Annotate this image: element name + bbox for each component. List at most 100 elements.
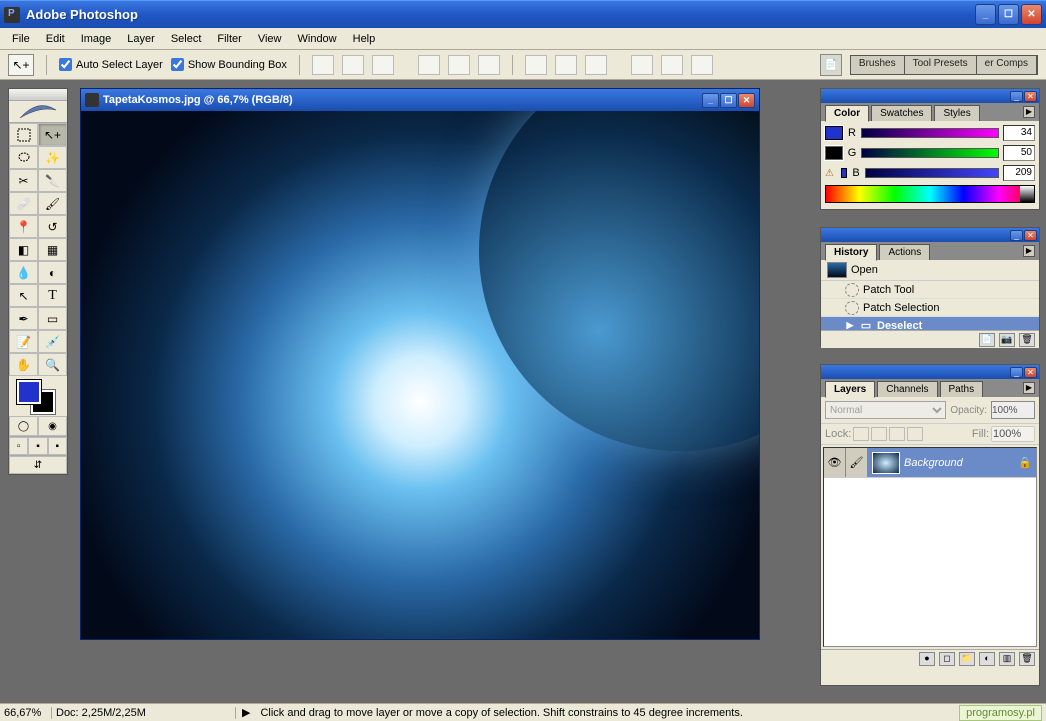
distribute-button[interactable] (691, 55, 713, 75)
brush-tool[interactable]: 🖌 (38, 192, 67, 215)
menu-view[interactable]: View (250, 30, 290, 48)
layer-row[interactable]: 👁 🖌 Background 🔒 (824, 448, 1036, 478)
green-slider[interactable] (861, 148, 999, 158)
panel-menu-button[interactable]: ▶ (1023, 106, 1035, 118)
doc-maximize-button[interactable]: ☐ (720, 93, 737, 108)
opacity-input[interactable] (991, 401, 1035, 419)
menu-window[interactable]: Window (290, 30, 345, 48)
align-button[interactable] (312, 55, 334, 75)
shape-tool[interactable]: ▭ (38, 307, 67, 330)
distribute-button[interactable] (661, 55, 683, 75)
document-canvas[interactable] (81, 111, 759, 639)
history-item[interactable]: Patch Selection (821, 299, 1039, 317)
tab-actions[interactable]: Actions (879, 244, 930, 260)
healing-brush-tool[interactable]: 🩹 (9, 192, 38, 215)
align-button[interactable] (448, 55, 470, 75)
slice-tool[interactable]: 🔪 (38, 169, 67, 192)
foreground-color-swatch[interactable] (17, 380, 41, 404)
screen-mode-standard[interactable]: ▫ (9, 437, 28, 455)
jump-to-imageready[interactable]: ⇵ (9, 456, 67, 474)
lock-all-button[interactable] (907, 427, 923, 441)
panel-close-button[interactable]: ✕ (1024, 367, 1037, 378)
new-layer-button[interactable]: ▥ (999, 652, 1015, 666)
panel-minimize-button[interactable]: _ (1010, 91, 1023, 102)
zoom-field[interactable]: 66,67% (0, 707, 52, 719)
menu-filter[interactable]: Filter (209, 30, 249, 48)
move-tool[interactable]: ↖+ (38, 123, 67, 146)
fill-input[interactable] (991, 426, 1035, 442)
tab-styles[interactable]: Styles (934, 105, 979, 121)
zoom-tool[interactable]: 🔍 (38, 353, 67, 376)
blue-slider[interactable] (865, 168, 999, 178)
doc-size-field[interactable]: Doc: 2,25M/2,25M (52, 707, 236, 719)
panel-minimize-button[interactable]: _ (1010, 367, 1023, 378)
tab-paths[interactable]: Paths (940, 381, 984, 397)
layer-link-toggle[interactable]: 🖌 (846, 448, 868, 477)
distribute-button[interactable] (525, 55, 547, 75)
panel-header[interactable]: _ ✕ (821, 89, 1039, 103)
panel-header[interactable]: _ ✕ (821, 228, 1039, 242)
align-button[interactable] (418, 55, 440, 75)
screen-mode-full-menu[interactable]: ▪ (28, 437, 47, 455)
lock-image-button[interactable] (871, 427, 887, 441)
close-button[interactable]: ✕ (1021, 4, 1042, 25)
lock-transparency-button[interactable] (853, 427, 869, 441)
menu-select[interactable]: Select (163, 30, 210, 48)
minimize-button[interactable]: _ (975, 4, 996, 25)
gamut-warning-icon[interactable]: ⚠ (825, 168, 837, 179)
tab-history[interactable]: History (825, 244, 877, 261)
current-tool-indicator[interactable]: ↖+ (8, 54, 34, 76)
history-brush-tool[interactable]: ↺ (38, 215, 67, 238)
panel-minimize-button[interactable]: _ (1010, 230, 1023, 241)
closest-color-swatch[interactable] (841, 168, 847, 178)
align-button[interactable] (372, 55, 394, 75)
layer-thumbnail[interactable] (872, 452, 900, 474)
menu-edit[interactable]: Edit (38, 30, 73, 48)
maximize-button[interactable]: ☐ (998, 4, 1019, 25)
eraser-tool[interactable]: ◧ (9, 238, 38, 261)
panel-close-button[interactable]: ✕ (1024, 91, 1037, 102)
panel-header[interactable]: _ ✕ (821, 365, 1039, 379)
status-menu-button[interactable]: ▶ (236, 706, 256, 719)
lasso-tool[interactable] (9, 146, 38, 169)
color-spectrum[interactable] (825, 185, 1035, 203)
tab-channels[interactable]: Channels (877, 381, 937, 397)
history-item[interactable]: ▶ ▭ Deselect (821, 317, 1039, 330)
hand-tool[interactable]: ✋ (9, 353, 38, 376)
tab-color[interactable]: Color (825, 105, 869, 122)
pen-tool[interactable]: ✒ (9, 307, 38, 330)
doc-minimize-button[interactable]: _ (702, 93, 719, 108)
red-slider[interactable] (861, 128, 999, 138)
gradient-tool[interactable]: ▦ (38, 238, 67, 261)
blur-tool[interactable]: 💧 (9, 261, 38, 284)
document-titlebar[interactable]: TapetaKosmos.jpg @ 66,7% (RGB/8) _ ☐ ✕ (81, 89, 759, 111)
layer-style-button[interactable]: ● (919, 652, 935, 666)
red-value[interactable]: 34 (1003, 125, 1035, 141)
standard-mode-button[interactable]: ◯ (9, 416, 38, 436)
clone-stamp-tool[interactable]: 📍 (9, 215, 38, 238)
distribute-button[interactable] (585, 55, 607, 75)
history-item[interactable]: Patch Tool (821, 281, 1039, 299)
type-tool[interactable]: T (38, 284, 67, 307)
bounding-box-checkbox[interactable] (171, 58, 184, 71)
panel-close-button[interactable]: ✕ (1024, 230, 1037, 241)
toolbox-header[interactable] (9, 89, 67, 101)
dock-tab-layer-comps[interactable]: er Comps (977, 56, 1037, 74)
menu-layer[interactable]: Layer (119, 30, 163, 48)
distribute-button[interactable] (555, 55, 577, 75)
screen-mode-full[interactable]: ▪ (48, 437, 67, 455)
bg-color-swatch[interactable] (825, 146, 843, 160)
menu-help[interactable]: Help (345, 30, 384, 48)
layer-name[interactable]: Background (904, 457, 1018, 469)
blue-value[interactable]: 209 (1003, 165, 1035, 181)
dock-tab-brushes[interactable]: Brushes (851, 56, 905, 74)
auto-select-checkbox[interactable] (59, 58, 72, 71)
panel-menu-button[interactable]: ▶ (1023, 382, 1035, 394)
magic-wand-tool[interactable]: ✨ (38, 146, 67, 169)
menu-image[interactable]: Image (73, 30, 120, 48)
crop-tool[interactable]: ✂ (9, 169, 38, 192)
history-snapshot[interactable]: Open (821, 260, 1039, 281)
delete-layer-button[interactable]: 🗑 (1019, 652, 1035, 666)
auto-select-layer-checkbox[interactable]: Auto Select Layer (59, 58, 163, 71)
marquee-tool[interactable] (9, 123, 38, 146)
